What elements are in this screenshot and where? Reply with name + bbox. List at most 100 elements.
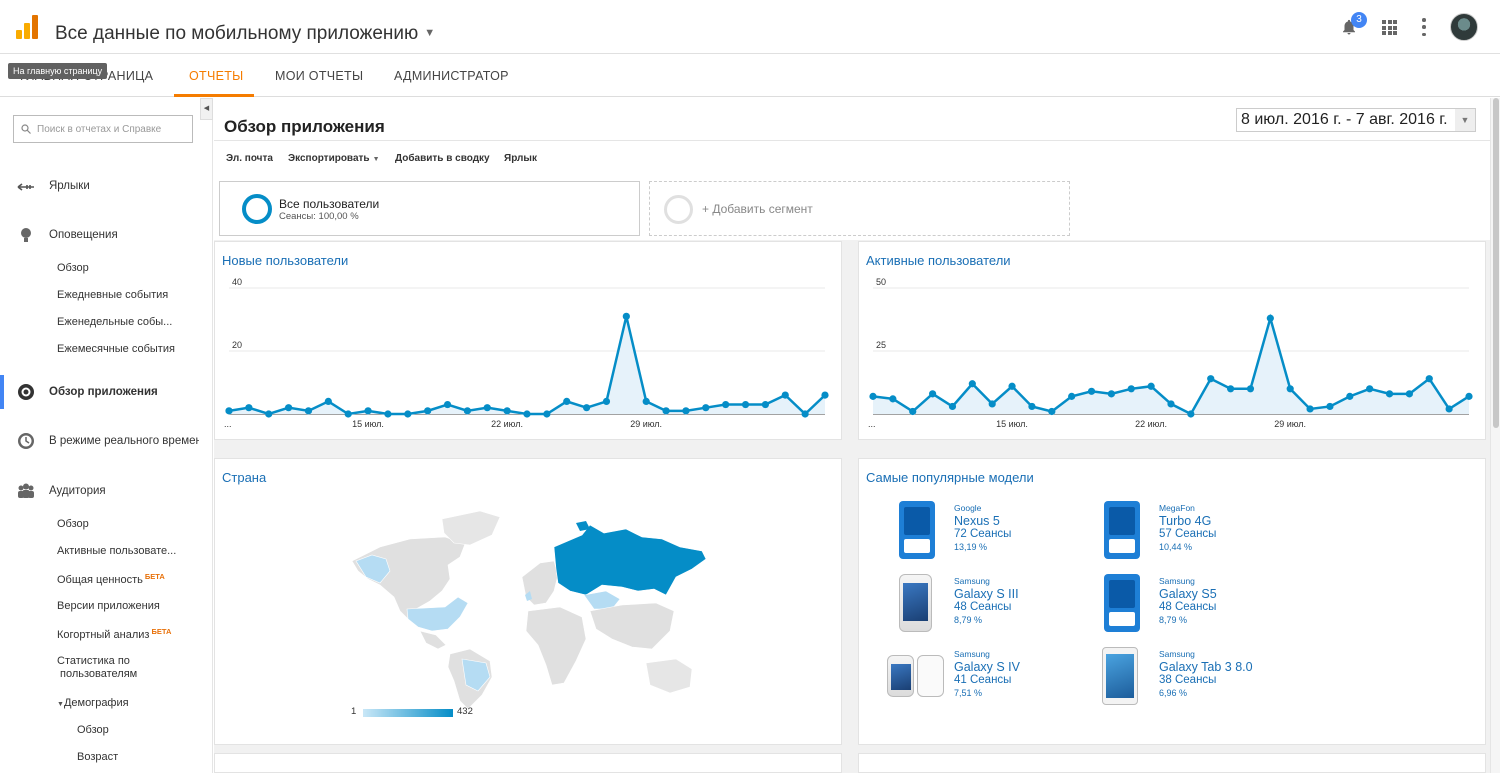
map-australia[interactable]: [645, 658, 693, 694]
data-point: [463, 407, 471, 415]
model-name: Galaxy Tab 3 8.0: [1159, 660, 1253, 674]
date-range-label: 8 июл. 2016 г. - 7 авг. 2016 г.: [1241, 111, 1448, 128]
series-line: [228, 316, 826, 416]
active-item-indicator: [0, 375, 4, 409]
map-greenland[interactable]: [441, 510, 501, 546]
data-point: [968, 380, 976, 388]
date-range-picker[interactable]: 8 июл. 2016 г. - 7 авг. 2016 г. ▼: [1236, 108, 1476, 132]
data-point: [1465, 392, 1473, 400]
data-point: [602, 397, 611, 405]
sidebar-item-audience[interactable]: Аудитория: [49, 485, 106, 497]
model-item[interactable]: Samsung Galaxy S5 48 Сеансы 8,79 %: [1064, 574, 1264, 636]
search-icon: [21, 124, 31, 134]
apps-grid-icon[interactable]: [1382, 20, 1397, 35]
sidebar-item-alerts[interactable]: Оповещения: [49, 229, 118, 241]
demography-label: Демография: [63, 697, 129, 709]
page-title: Обзор приложения: [224, 117, 385, 136]
tab-my-reports[interactable]: МОИ ОТЧЕТЫ: [275, 69, 363, 83]
series-area: [229, 316, 825, 414]
more-vert-icon[interactable]: [1422, 18, 1426, 36]
model-item[interactable]: Samsung Galaxy Tab 3 8.0 38 Сеансы 6,96 …: [1064, 647, 1264, 709]
sidebar-subitem-demography-overview[interactable]: Обзор: [77, 724, 109, 736]
sidebar-item-app-overview[interactable]: Обзор приложения: [49, 386, 158, 398]
account-title: Все данные по мобильному приложению: [55, 23, 419, 44]
data-point: [583, 404, 591, 412]
sidebar-subitem-demography[interactable]: ▼Демография: [57, 697, 129, 709]
phone-generic-icon: [1104, 574, 1140, 632]
sidebar-subitem-user-stats[interactable]: Статистика по: [57, 655, 130, 667]
phone-generic-icon: [899, 501, 935, 559]
data-point: [821, 391, 829, 399]
data-point: [384, 410, 392, 418]
sidebar-subitem-daily-events[interactable]: Ежедневные события: [57, 289, 168, 301]
search-input[interactable]: Поиск в отчетах и Справке: [13, 115, 193, 143]
tab-reports[interactable]: ОТЧЕТЫ: [189, 69, 244, 83]
data-point: [404, 410, 412, 418]
map-russia[interactable]: [553, 524, 707, 596]
add-segment-button[interactable]: + Добавить сегмент: [649, 181, 1070, 236]
data-point: [988, 400, 996, 408]
data-point: [225, 407, 233, 415]
x-tick-label: ...: [224, 419, 232, 429]
popular-models-title[interactable]: Самые популярные модели: [866, 470, 1034, 485]
scrollbar[interactable]: [1490, 98, 1500, 773]
data-point: [1445, 405, 1453, 413]
x-tick-label: 29 июл.: [1274, 419, 1306, 429]
analytics-logo-icon[interactable]: [16, 15, 40, 39]
data-point: [1167, 400, 1175, 408]
sidebar-subitem-cohort[interactable]: Когортный анализ БЕТА: [57, 627, 171, 641]
model-sessions: 48 Сеансы: [954, 601, 1012, 613]
add-to-dashboard-button[interactable]: Добавить в сводку: [395, 153, 490, 164]
map-mexico[interactable]: [419, 630, 447, 650]
divider: [214, 140, 1490, 141]
map-asia[interactable]: [589, 602, 675, 650]
data-point: [1107, 390, 1115, 398]
model-brand: Samsung: [954, 649, 990, 659]
model-name: Galaxy S IV: [954, 660, 1020, 674]
account-selector[interactable]: Все данные по мобильному приложению ▼: [55, 23, 435, 45]
sidebar-subitem-lifetime-value[interactable]: Общая ценность БЕТА: [57, 572, 165, 586]
model-brand: Samsung: [1159, 649, 1195, 659]
model-item[interactable]: Samsung Galaxy S IV 41 Сеансы 7,51 %: [859, 647, 1059, 709]
x-tick-label: ...: [868, 419, 876, 429]
export-button[interactable]: Экспортировать ▼: [288, 153, 380, 164]
segment-card[interactable]: Все пользователи Сеансы: 100,00 %: [219, 181, 640, 236]
sidebar-subitem-weekly-events[interactable]: Еженедельные собы...: [57, 316, 172, 328]
people-icon: [18, 483, 34, 498]
sidebar-subitem-active-users[interactable]: Активные пользовате...: [57, 545, 176, 557]
tab-admin[interactable]: АДМИНИСТРАТОР: [394, 69, 509, 83]
map-africa[interactable]: [525, 606, 587, 686]
phone-photo: [899, 574, 932, 632]
sidebar-subitem-monthly-events[interactable]: Ежемесячные события: [57, 343, 175, 355]
sidebar-subitem-app-versions[interactable]: Версии приложения: [57, 600, 160, 612]
model-item[interactable]: MegaFon Turbo 4G 57 Сеансы 10,44 %: [1064, 501, 1264, 563]
lifetime-value-label: Общая ценность: [57, 574, 143, 586]
sidebar-item-shortcuts[interactable]: Ярлыки: [49, 180, 90, 192]
scrollbar-thumb[interactable]: [1493, 98, 1499, 428]
model-item[interactable]: Google Nexus 5 72 Сеансы 13,19 %: [859, 501, 1059, 563]
sidebar-subitem-age[interactable]: Возраст: [77, 751, 118, 763]
sidebar-item-realtime[interactable]: В режиме реального времени: [49, 435, 199, 447]
world-map[interactable]: [350, 499, 715, 709]
country-title[interactable]: Страна: [222, 470, 266, 485]
new-users-chart: 20 40... 15 июл. 22 июл. 29 июл.: [224, 277, 829, 429]
model-percent: 8,79 %: [954, 615, 983, 625]
data-point: [443, 400, 452, 409]
data-point: [1028, 402, 1036, 411]
collapse-sidebar-button[interactable]: ◀: [200, 98, 213, 120]
data-point: [1346, 392, 1354, 400]
shortcut-button[interactable]: Ярлык: [504, 153, 537, 164]
sidebar-subitem-user-stats-line2: пользователям: [60, 668, 138, 680]
data-point: [948, 402, 957, 411]
beta-badge: БЕТА: [144, 572, 165, 581]
sidebar-subitem-audience-overview[interactable]: Обзор: [57, 518, 89, 530]
export-label: Экспортировать: [288, 153, 370, 164]
email-button[interactable]: Эл. почта: [226, 153, 273, 164]
notification-badge: 3: [1351, 12, 1367, 28]
data-point: [543, 410, 551, 418]
sidebar-subitem-alerts-overview[interactable]: Обзор: [57, 262, 89, 274]
avatar[interactable]: [1450, 13, 1478, 41]
model-item[interactable]: Samsung Galaxy S III 48 Сеансы 8,79 %: [859, 574, 1059, 636]
tablet-photo: [1102, 647, 1138, 705]
data-point: [364, 407, 372, 415]
